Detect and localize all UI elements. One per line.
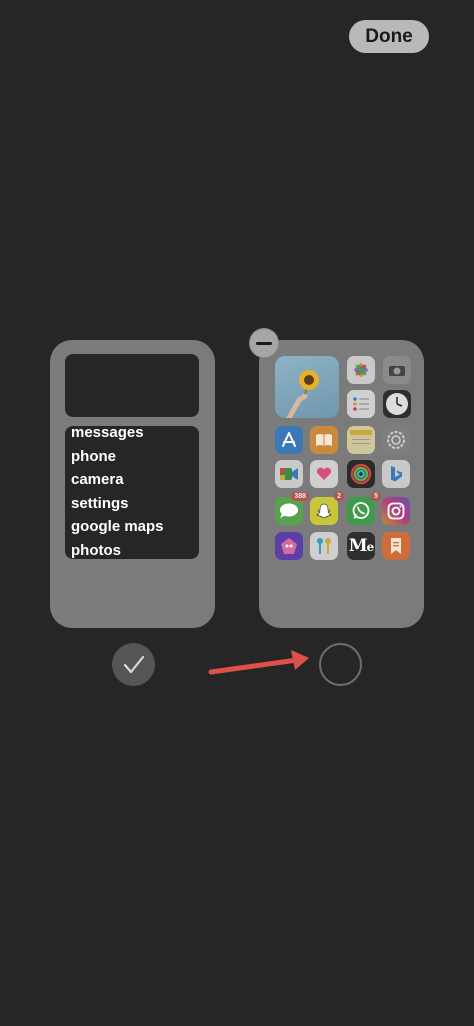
snapchat-glyph-icon <box>316 503 332 519</box>
whatsapp-app-icon[interactable]: 5 <box>347 492 381 525</box>
fitness-app-icon[interactable] <box>347 460 375 488</box>
reminders-glyph-icon <box>353 397 369 411</box>
fitness-glyph-icon <box>350 463 372 485</box>
photos-glyph-icon <box>354 363 368 377</box>
keys-glyph-icon <box>317 538 331 554</box>
home-page-thumbnail-1[interactable]: messages phone camera settings google ma… <box>50 340 215 628</box>
reminders-app-icon[interactable] <box>347 390 375 418</box>
camera-app-icon[interactable] <box>383 356 411 384</box>
red-arrow-annotation <box>208 650 309 675</box>
health-glyph-icon <box>316 467 332 480</box>
notes-app-icon[interactable] <box>347 426 375 454</box>
settings-glyph-icon <box>387 431 405 449</box>
game-app-icon[interactable] <box>275 532 303 560</box>
clock-glyph-icon <box>386 393 408 415</box>
whatsapp-glyph-icon <box>352 502 370 519</box>
bing-glyph-icon <box>391 466 402 482</box>
medium-logo-text: Me <box>348 536 374 556</box>
bookmark-glyph-icon <box>391 538 401 554</box>
notes-glyph-icon <box>350 430 372 444</box>
photo-widget <box>275 356 339 418</box>
remove-page-button[interactable] <box>249 328 279 358</box>
books-glyph-icon <box>316 434 332 446</box>
messages-glyph-icon <box>280 503 298 518</box>
minus-icon <box>256 341 272 345</box>
empty-widget <box>65 354 199 417</box>
list-item: messages <box>71 426 144 441</box>
clock-app-icon[interactable] <box>383 390 411 418</box>
game-glyph-icon <box>281 538 297 554</box>
page-2-checkbox[interactable] <box>319 643 362 686</box>
done-button[interactable]: Done <box>349 20 429 53</box>
keys-app-icon[interactable] <box>310 532 338 560</box>
medium-app-icon[interactable]: Me <box>347 532 375 560</box>
page-1-checkbox[interactable] <box>112 643 155 686</box>
camera-glyph-icon <box>389 366 405 376</box>
app-store-icon-glyph-icon <box>282 432 296 447</box>
photos-app-icon[interactable] <box>347 356 375 384</box>
snapchat-app-icon[interactable]: 2 <box>310 492 344 525</box>
sunflower-icon <box>286 370 319 418</box>
shortcut-list-widget: messages phone camera settings google ma… <box>65 426 199 559</box>
bookmark-app-icon[interactable] <box>382 532 410 560</box>
bing-app-icon[interactable] <box>382 460 410 488</box>
google-meet-app-icon[interactable] <box>275 460 303 488</box>
list-item: camera <box>71 471 124 489</box>
health-app-icon[interactable] <box>310 460 338 488</box>
google-meet-glyph-icon <box>280 468 298 480</box>
instagram-glyph-icon <box>387 502 405 520</box>
books-app-icon[interactable] <box>310 426 338 454</box>
list-item: google maps <box>71 518 164 536</box>
instagram-app-icon[interactable] <box>382 497 410 525</box>
messages-app-icon[interactable]: 388 <box>275 492 309 525</box>
checkmark-icon <box>123 655 144 673</box>
notification-badge: 5 <box>371 492 381 501</box>
settings-app-icon[interactable] <box>382 426 410 454</box>
list-item: phone <box>71 447 116 465</box>
home-page-thumbnail-2[interactable]: 388 2 5 Me <box>259 340 424 628</box>
notification-badge: 2 <box>334 492 344 501</box>
list-item: photos <box>71 541 121 559</box>
list-item: settings <box>71 494 129 512</box>
app-store-icon[interactable] <box>275 426 303 454</box>
notification-badge: 388 <box>291 492 309 501</box>
